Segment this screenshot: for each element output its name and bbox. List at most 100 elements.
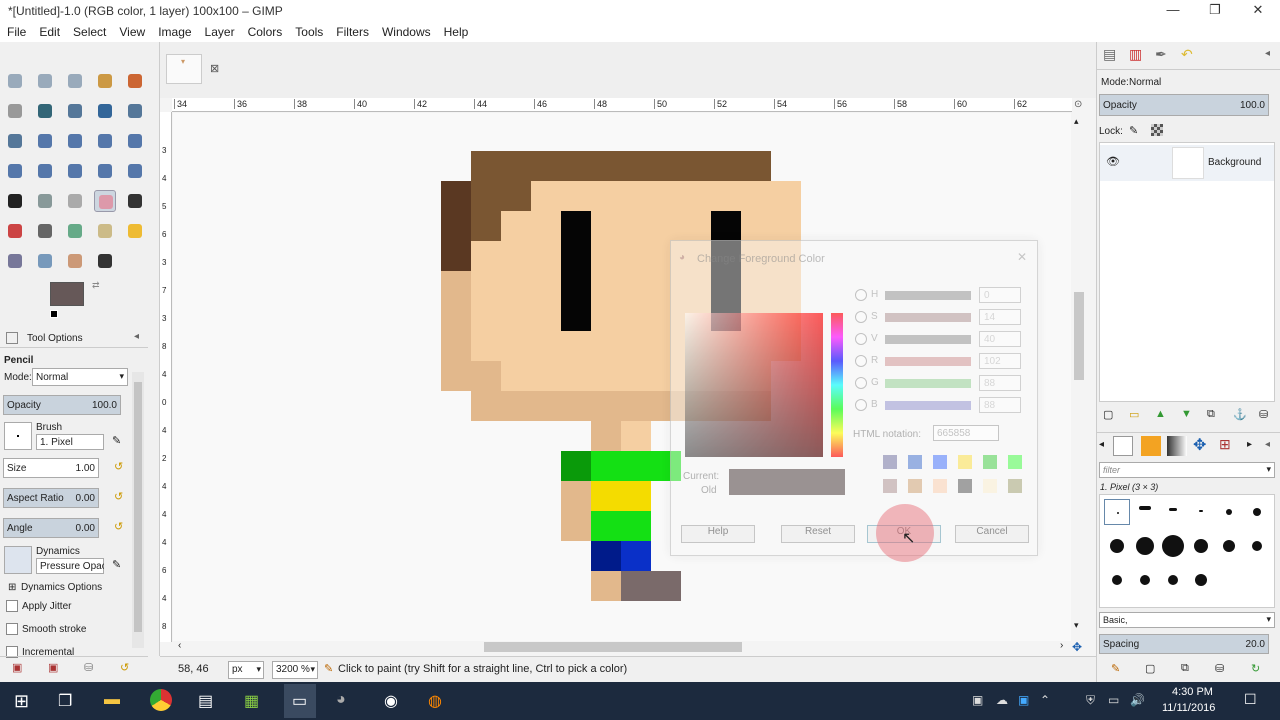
channels-tab-icon[interactable]: ▥ xyxy=(1129,46,1142,63)
brush-cell[interactable] xyxy=(1132,533,1158,559)
channel-value-field-s[interactable]: 14 xyxy=(979,309,1021,325)
menu-layer[interactable]: Layer xyxy=(198,22,241,39)
notepad-icon[interactable]: ▦ xyxy=(244,691,259,711)
zoom-tool[interactable] xyxy=(124,100,146,122)
bucket-fill-tool[interactable] xyxy=(34,190,56,212)
tool-options-tab[interactable]: Tool Options ◂ xyxy=(0,328,148,348)
layer-row-background[interactable]: 👁 Background xyxy=(1100,145,1274,181)
gradients-tab-icon[interactable] xyxy=(1167,436,1187,456)
color-history-swatch[interactable] xyxy=(933,455,947,469)
cancel-button[interactable]: Cancel xyxy=(955,525,1029,543)
channel-value-field-r[interactable]: 102 xyxy=(979,353,1021,369)
brush-cell[interactable] xyxy=(1244,533,1270,559)
heal-tool[interactable] xyxy=(124,220,146,242)
airbrush-tool[interactable] xyxy=(34,220,56,242)
restore-options-icon[interactable]: ▣ xyxy=(48,661,58,674)
menu-help[interactable]: Help xyxy=(437,22,475,39)
select-by-color-tool[interactable] xyxy=(124,70,146,92)
dialog-close-icon[interactable]: ✕ xyxy=(1017,250,1027,264)
brush-cell[interactable] xyxy=(1188,499,1214,525)
brush-cell[interactable] xyxy=(1244,499,1270,525)
reset-button[interactable]: Reset xyxy=(781,525,855,543)
refresh-brushes-icon[interactable]: ↻ xyxy=(1251,662,1260,675)
close-button[interactable]: ✕ xyxy=(1243,2,1273,20)
layer-mode-value[interactable]: Normal xyxy=(1129,77,1161,88)
menu-select[interactable]: Select xyxy=(66,22,112,39)
channel-radio-v[interactable] xyxy=(855,333,867,345)
color-history-swatch[interactable] xyxy=(983,479,997,493)
channel-radio-b[interactable] xyxy=(855,399,867,411)
camera-app-icon[interactable]: ◉ xyxy=(384,691,398,711)
lower-layer-icon[interactable]: ▼ xyxy=(1181,408,1192,420)
swap-colors-icon[interactable]: ⇄ xyxy=(92,280,100,291)
menu-tools[interactable]: Tools xyxy=(288,22,329,39)
tab-menu-icon[interactable]: ◂ xyxy=(1265,439,1270,450)
brush-cell[interactable] xyxy=(1132,567,1158,593)
channel-value-field-b[interactable]: 88 xyxy=(979,397,1021,413)
channel-slider-g[interactable] xyxy=(885,379,971,388)
brush-field[interactable]: 1. Pixel xyxy=(36,434,104,450)
perspective-clone-tool[interactable] xyxy=(4,250,26,272)
align-tool[interactable] xyxy=(64,130,86,152)
image-tab-thumbnail[interactable]: ▾ xyxy=(166,54,202,84)
menu-view[interactable]: View xyxy=(112,22,151,39)
menu-windows[interactable]: Windows xyxy=(375,22,437,39)
ellipse-select-tool[interactable] xyxy=(34,70,56,92)
html-notation-field[interactable]: 665858 xyxy=(933,425,999,441)
layers-tab-icon[interactable]: ▤ xyxy=(1103,46,1116,63)
tool-presets-tab-icon[interactable]: ✥ xyxy=(1193,435,1206,455)
dynamics-field[interactable]: Pressure Opacit xyxy=(36,558,104,574)
tray-app2-icon[interactable]: ▣ xyxy=(1018,693,1029,707)
reset-size-icon[interactable]: ↺ xyxy=(114,460,123,473)
brush-cell[interactable] xyxy=(1216,533,1242,559)
channel-radio-g[interactable] xyxy=(855,377,867,389)
help-button[interactable]: Help xyxy=(681,525,755,543)
delete-options-icon[interactable]: ⛁ xyxy=(84,661,93,674)
channel-radio-s[interactable] xyxy=(855,311,867,323)
defender-icon[interactable]: ⛨ xyxy=(1086,693,1095,708)
scroll-left-icon[interactable]: ‹ xyxy=(178,640,181,651)
smudge-tool[interactable] xyxy=(64,250,86,272)
gimp-taskbar-icon[interactable]: ◕ xyxy=(336,691,346,709)
color-history-swatch[interactable] xyxy=(908,455,922,469)
patterns-tab-icon[interactable] xyxy=(1141,436,1161,456)
horizontal-scrollbar[interactable]: ‹ › xyxy=(174,640,1070,654)
crop-tool[interactable] xyxy=(94,130,116,152)
anchor-layer-icon[interactable]: ⚓ xyxy=(1233,408,1247,421)
scroll-down-icon[interactable]: ▾ xyxy=(1074,620,1079,631)
layer-name[interactable]: Background xyxy=(1208,157,1261,168)
pencil-tool[interactable] xyxy=(94,190,116,212)
channel-slider-v[interactable] xyxy=(885,335,971,344)
firefox-icon[interactable]: ◍ xyxy=(428,691,442,711)
brushes-tab-icon[interactable] xyxy=(1113,436,1133,456)
network-icon[interactable]: ▭ xyxy=(1108,693,1119,707)
brush-cell[interactable] xyxy=(1160,533,1186,559)
text-tool[interactable] xyxy=(4,190,26,212)
delete-brush-icon[interactable]: ⛁ xyxy=(1215,662,1224,675)
dodge-burn-tool[interactable] xyxy=(94,250,116,272)
color-history-swatch[interactable] xyxy=(1008,455,1022,469)
close-tab-icon[interactable]: ⊠ xyxy=(210,62,219,75)
scissors-select-tool[interactable] xyxy=(4,100,26,122)
channel-radio-r[interactable] xyxy=(855,355,867,367)
task-view-icon[interactable]: ❐ xyxy=(58,691,72,711)
delete-layer-icon[interactable]: ⛁ xyxy=(1259,408,1268,421)
spacing-slider[interactable]: Spacing 20.0 xyxy=(1099,634,1269,654)
rect-select-tool[interactable] xyxy=(4,70,26,92)
minimize-button[interactable]: — xyxy=(1158,2,1188,20)
perspective-tool[interactable] xyxy=(64,160,86,182)
flip-tool[interactable] xyxy=(94,160,116,182)
clock-time[interactable]: 4:30 PM xyxy=(1172,686,1213,698)
chrome-icon[interactable] xyxy=(150,689,172,711)
move-tool[interactable] xyxy=(34,130,56,152)
rotate-tool[interactable] xyxy=(124,130,146,152)
new-brush-icon[interactable]: ▢ xyxy=(1145,662,1155,675)
color-history-swatch[interactable] xyxy=(883,479,897,493)
menu-file[interactable]: File xyxy=(0,22,32,39)
vertical-scrollbar[interactable]: ▴ ▾ xyxy=(1072,116,1086,632)
brush-cell[interactable] xyxy=(1160,499,1186,525)
brush-cell[interactable] xyxy=(1104,499,1130,525)
ink-tool[interactable] xyxy=(64,220,86,242)
file-explorer-icon[interactable]: ▬ xyxy=(104,691,120,709)
edit-brush-icon[interactable]: ✎ xyxy=(112,434,121,447)
